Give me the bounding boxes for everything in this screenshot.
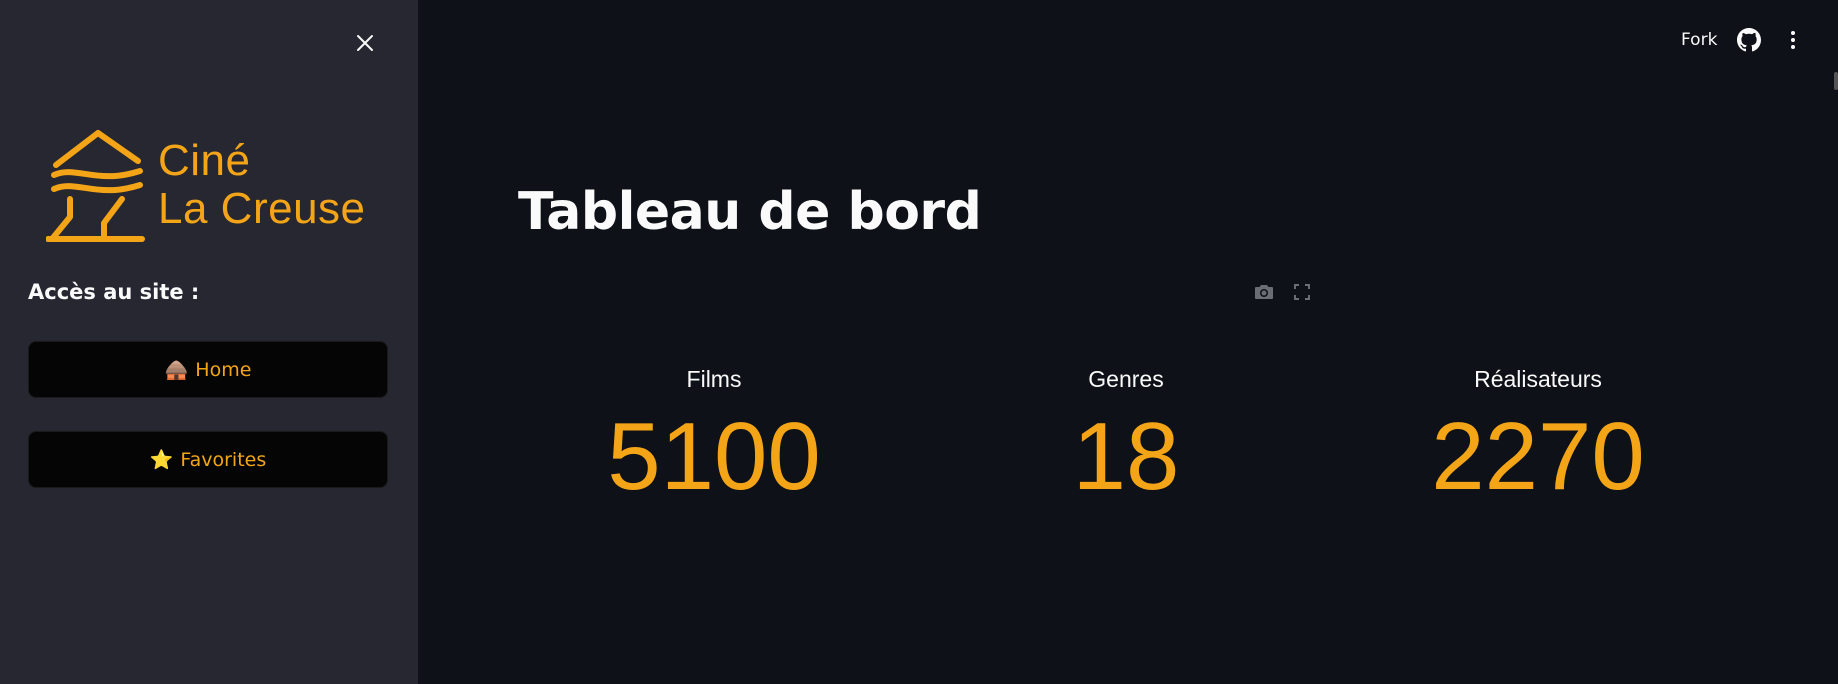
metric-films: Films 5100	[564, 366, 864, 507]
star-icon: ⭐	[149, 449, 174, 471]
scrollbar[interactable]	[1834, 72, 1838, 90]
main-menu-button[interactable]	[1784, 28, 1802, 52]
logo: Ciné La Creuse	[46, 122, 386, 248]
logo-line-2: La Creuse	[158, 184, 366, 233]
metric-realisateurs: Réalisateurs 2270	[1388, 366, 1688, 507]
sidebar-heading: Accès au site :	[28, 280, 200, 304]
close-sidebar-button[interactable]	[352, 30, 378, 56]
home-button-label: Home	[195, 358, 252, 381]
metric-value: 2270	[1431, 403, 1645, 510]
download-image-button[interactable]	[1253, 281, 1275, 303]
hut-icon: 🛖	[164, 359, 189, 381]
github-button[interactable]	[1737, 28, 1761, 52]
kebab-dot	[1791, 45, 1795, 49]
github-icon	[1737, 28, 1761, 52]
fullscreen-icon	[1294, 284, 1310, 300]
logo-text: Ciné La Creuse	[158, 137, 366, 233]
page-title: Tableau de bord	[518, 182, 982, 242]
sidebar: Ciné La Creuse Accès au site : 🛖 Home ⭐ …	[0, 0, 418, 684]
metric-label: Genres	[1088, 366, 1164, 392]
metric-value: 18	[1072, 403, 1180, 510]
fork-button[interactable]: Fork	[1681, 30, 1717, 50]
close-icon	[357, 35, 373, 51]
metric-label: Réalisateurs	[1474, 366, 1602, 392]
camera-icon	[1255, 285, 1273, 299]
home-button[interactable]: 🛖 Home	[28, 341, 388, 398]
metric-label: Films	[686, 366, 742, 392]
logo-house-icon	[46, 130, 145, 242]
metric-value: 5100	[607, 403, 821, 510]
logo-line-1: Ciné	[158, 136, 251, 185]
kebab-dot	[1791, 31, 1795, 35]
favorites-button-label: Favorites	[180, 448, 267, 471]
favorites-button[interactable]: ⭐ Favorites	[28, 431, 388, 488]
metric-genres: Genres 18	[976, 366, 1276, 507]
kebab-dot	[1791, 38, 1795, 42]
fullscreen-button[interactable]	[1291, 281, 1313, 303]
